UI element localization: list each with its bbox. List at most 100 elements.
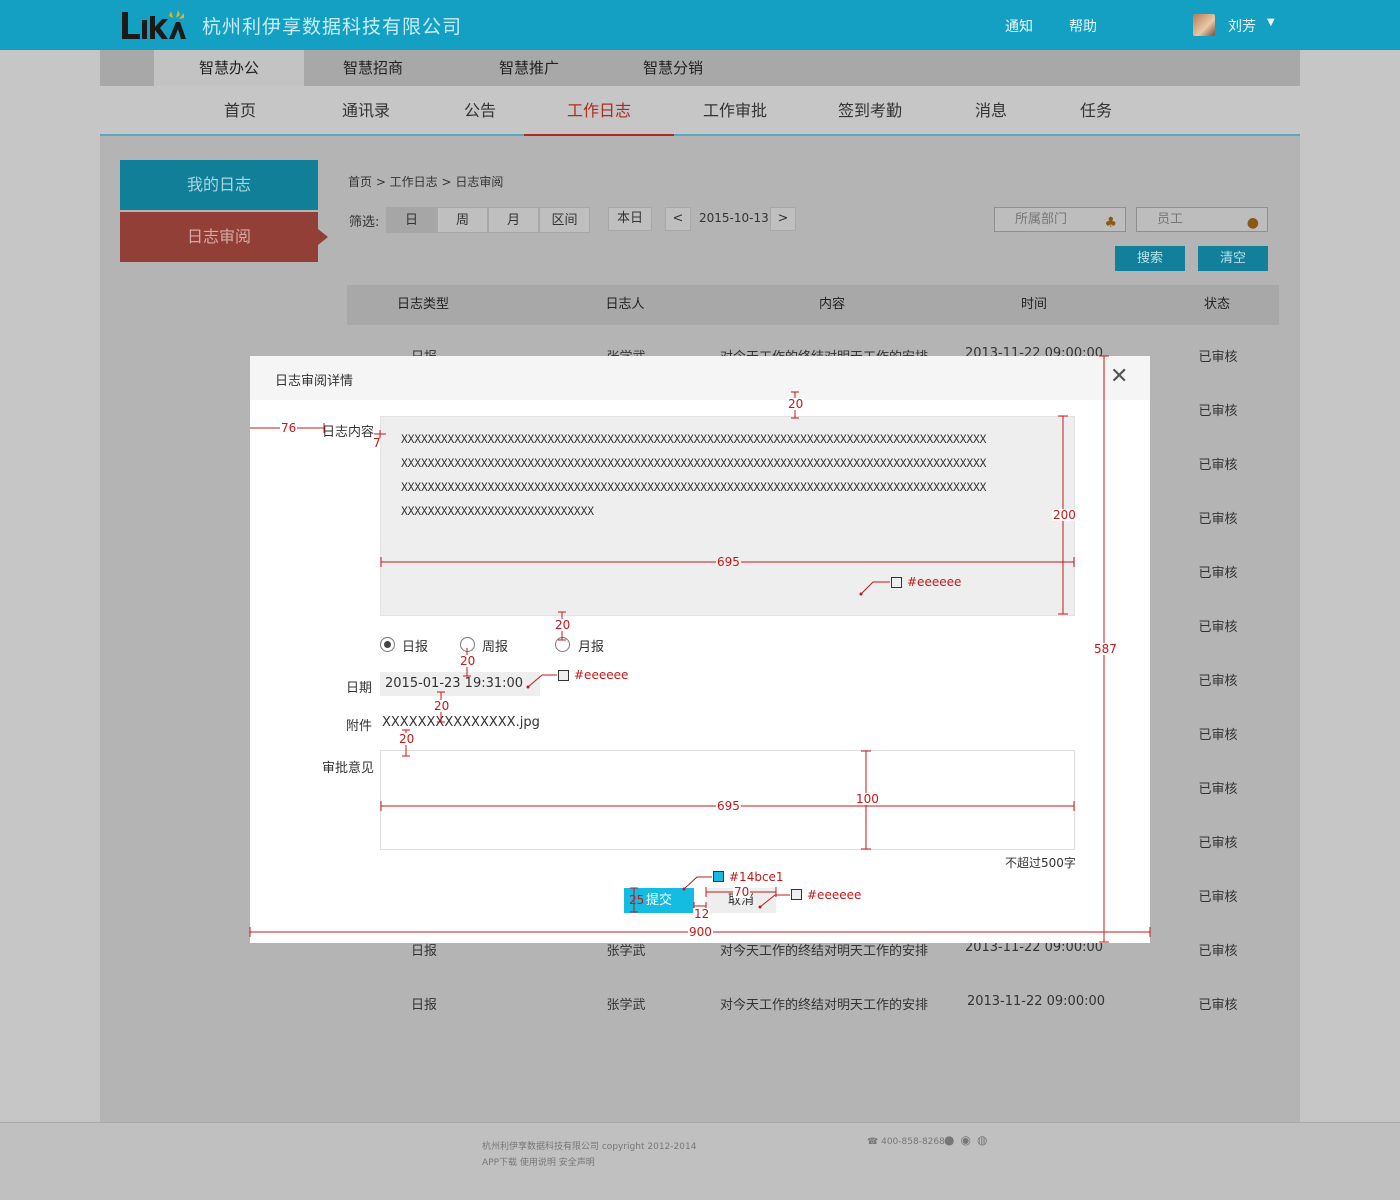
col-type: 日志类型 [396, 297, 449, 312]
col-time: 时间 [1020, 297, 1047, 312]
next-date-button[interactable]: > [770, 207, 796, 231]
today-button[interactable]: 本日 [608, 207, 652, 231]
search-button[interactable]: 搜索 [1115, 246, 1185, 271]
org-chart-icon[interactable]: ♣ [1104, 212, 1117, 235]
dimension-label: 200 [1052, 508, 1077, 522]
cell-status: 已审核 [1198, 512, 1238, 527]
wechat-icon[interactable]: ◍ [977, 1133, 993, 1147]
radio-monthly-label[interactable]: 月报 [578, 636, 604, 655]
cell-status: 已审核 [1198, 404, 1238, 419]
top-bar: 杭州利伊享数据科技有限公司 通知 帮助 刘芳 ▼ [0, 0, 1400, 50]
clear-button[interactable]: 清空 [1198, 246, 1268, 271]
nav-tasks[interactable]: 任务 [1046, 86, 1146, 134]
footer-phone-number: 400-858-8268 [881, 1137, 945, 1147]
color-swatch [791, 889, 802, 900]
cell-type: 日报 [410, 998, 437, 1013]
cell-status: 已审核 [1198, 944, 1238, 959]
log-review-dialog: 日志审阅详情 ✕ 日志内容 XXXXXXXXXXXXXXXXXXXXXXXXXX… [250, 356, 1150, 943]
dimension-label: 20 [433, 699, 451, 713]
char-limit-note: 不超过500字 [1005, 856, 1076, 870]
color-label: #14bce1 [729, 870, 784, 884]
attachment-link[interactable]: XXXXXXXXXXXXXXX.jpg [382, 715, 540, 730]
col-status: 状态 [1203, 297, 1230, 312]
cell-content: 对今天工作的终结对明天工作的安排 [719, 998, 928, 1013]
footer-links[interactable]: APP下载 使用说明 安全声明 [482, 1155, 595, 1168]
nav-work-log[interactable]: 工作日志 [524, 86, 674, 136]
category-tabs: 智慧办公 智慧招商 智慧推广 智慧分销 [100, 50, 1300, 86]
filter-month[interactable]: 月 [488, 207, 539, 233]
dimension-label: 20 [398, 732, 416, 746]
chevron-down-icon[interactable]: ▼ [1267, 17, 1275, 28]
qq-icon[interactable]: ● [944, 1133, 960, 1147]
log-content-line: XXXXXXXXXXXXXXXXXXXXXXXXXXXXXXXXXXXXXXXX… [401, 433, 987, 446]
prev-date-button[interactable]: < [665, 207, 691, 231]
col-content: 内容 [818, 297, 845, 312]
cell-status: 已审核 [1198, 566, 1238, 581]
dimension-label: 587 [1093, 642, 1118, 656]
user-name[interactable]: 刘芳 [1228, 16, 1256, 36]
cell-time: 2013-11-22 09:00:00 [966, 994, 1106, 1009]
cell-status: 已审核 [1198, 350, 1238, 365]
dimension-label: 12 [693, 907, 711, 921]
avatar[interactable] [1193, 14, 1215, 36]
sidebar-item-log-review[interactable]: 日志审阅 [120, 212, 318, 262]
radio-monthly[interactable] [555, 637, 570, 652]
nav-messages[interactable]: 消息 [941, 86, 1041, 134]
radio-weekly[interactable] [460, 637, 475, 652]
nav-contacts[interactable]: 通讯录 [316, 86, 416, 134]
cell-status: 已审核 [1198, 836, 1238, 851]
log-content-line: XXXXXXXXXXXXXXXXXXXXXXXXXXXXXXXXXXXXXXXX… [401, 481, 987, 494]
date-label: 日期 [345, 681, 372, 696]
category-distribution[interactable]: 智慧分销 [602, 50, 744, 86]
category-promotion[interactable]: 智慧推广 [458, 50, 600, 86]
nav-home[interactable]: 首页 [190, 86, 290, 134]
active-indicator [318, 229, 328, 245]
cell-status: 已审核 [1198, 620, 1238, 635]
color-swatch [891, 577, 902, 588]
department-field[interactable]: 所属部门 ♣ [994, 207, 1126, 232]
color-swatch [713, 871, 724, 882]
current-date: 2015-10-13 [699, 211, 769, 225]
col-person: 日志人 [605, 297, 645, 312]
date-field[interactable]: 2015-01-23 19:31:00 [380, 672, 540, 696]
color-label: #eeeeee [574, 668, 629, 682]
dialog-title: 日志审阅详情 [275, 374, 354, 389]
category-office[interactable]: 智慧办公 [154, 50, 304, 86]
dimension-label: 20 [459, 654, 477, 668]
filter-day[interactable]: 日 [386, 207, 437, 233]
attachment-label: 附件 [345, 719, 372, 734]
cell-status: 已审核 [1198, 728, 1238, 743]
notify-link[interactable]: 通知 [1005, 16, 1033, 36]
log-content-line: XXXXXXXXXXXXXXXXXXXXXXXXXXXXX [401, 505, 594, 518]
dimension-label: 100 [855, 792, 880, 806]
company-logo [122, 10, 186, 39]
weibo-icon[interactable]: ◉ [960, 1133, 976, 1147]
radio-daily[interactable] [380, 637, 395, 652]
employee-field[interactable]: 员工 ● [1136, 207, 1268, 232]
nav-approval[interactable]: 工作审批 [685, 86, 785, 134]
footer-copyright: 杭州利伊享数据科技有限公司 copyright 2012-2014 [482, 1142, 697, 1152]
cell-status: 已审核 [1198, 458, 1238, 473]
nav-notice[interactable]: 公告 [430, 86, 530, 134]
close-icon[interactable]: ✕ [1110, 364, 1128, 389]
footer-phone: ☎ 400-858-8268 [867, 1137, 945, 1147]
help-link[interactable]: 帮助 [1069, 16, 1097, 36]
filter-range[interactable]: 区间 [539, 207, 590, 233]
dimension-label: 695 [716, 799, 741, 813]
employee-placeholder: 员工 [1157, 212, 1184, 227]
breadcrumb: 首页 > 工作日志 > 日志审阅 [348, 175, 504, 189]
users-icon[interactable]: ● [1247, 212, 1259, 235]
radio-daily-label[interactable]: 日报 [402, 636, 428, 655]
filter-week[interactable]: 周 [437, 207, 488, 233]
color-label: #eeeeee [907, 575, 962, 589]
dimension-label: 7 [373, 436, 381, 450]
footer [0, 1122, 1400, 1200]
content-label: 日志内容 [321, 425, 374, 440]
category-investment[interactable]: 智慧招商 [304, 50, 442, 86]
log-content-line: XXXXXXXXXXXXXXXXXXXXXXXXXXXXXXXXXXXXXXXX… [401, 457, 987, 470]
sidebar-item-my-log[interactable]: 我的日志 [120, 160, 318, 210]
company-name: 杭州利伊享数据科技有限公司 [202, 16, 463, 38]
radio-weekly-label[interactable]: 周报 [482, 636, 508, 655]
nav-attendance[interactable]: 签到考勤 [820, 86, 920, 134]
log-content-box: XXXXXXXXXXXXXXXXXXXXXXXXXXXXXXXXXXXXXXXX… [380, 416, 1075, 616]
